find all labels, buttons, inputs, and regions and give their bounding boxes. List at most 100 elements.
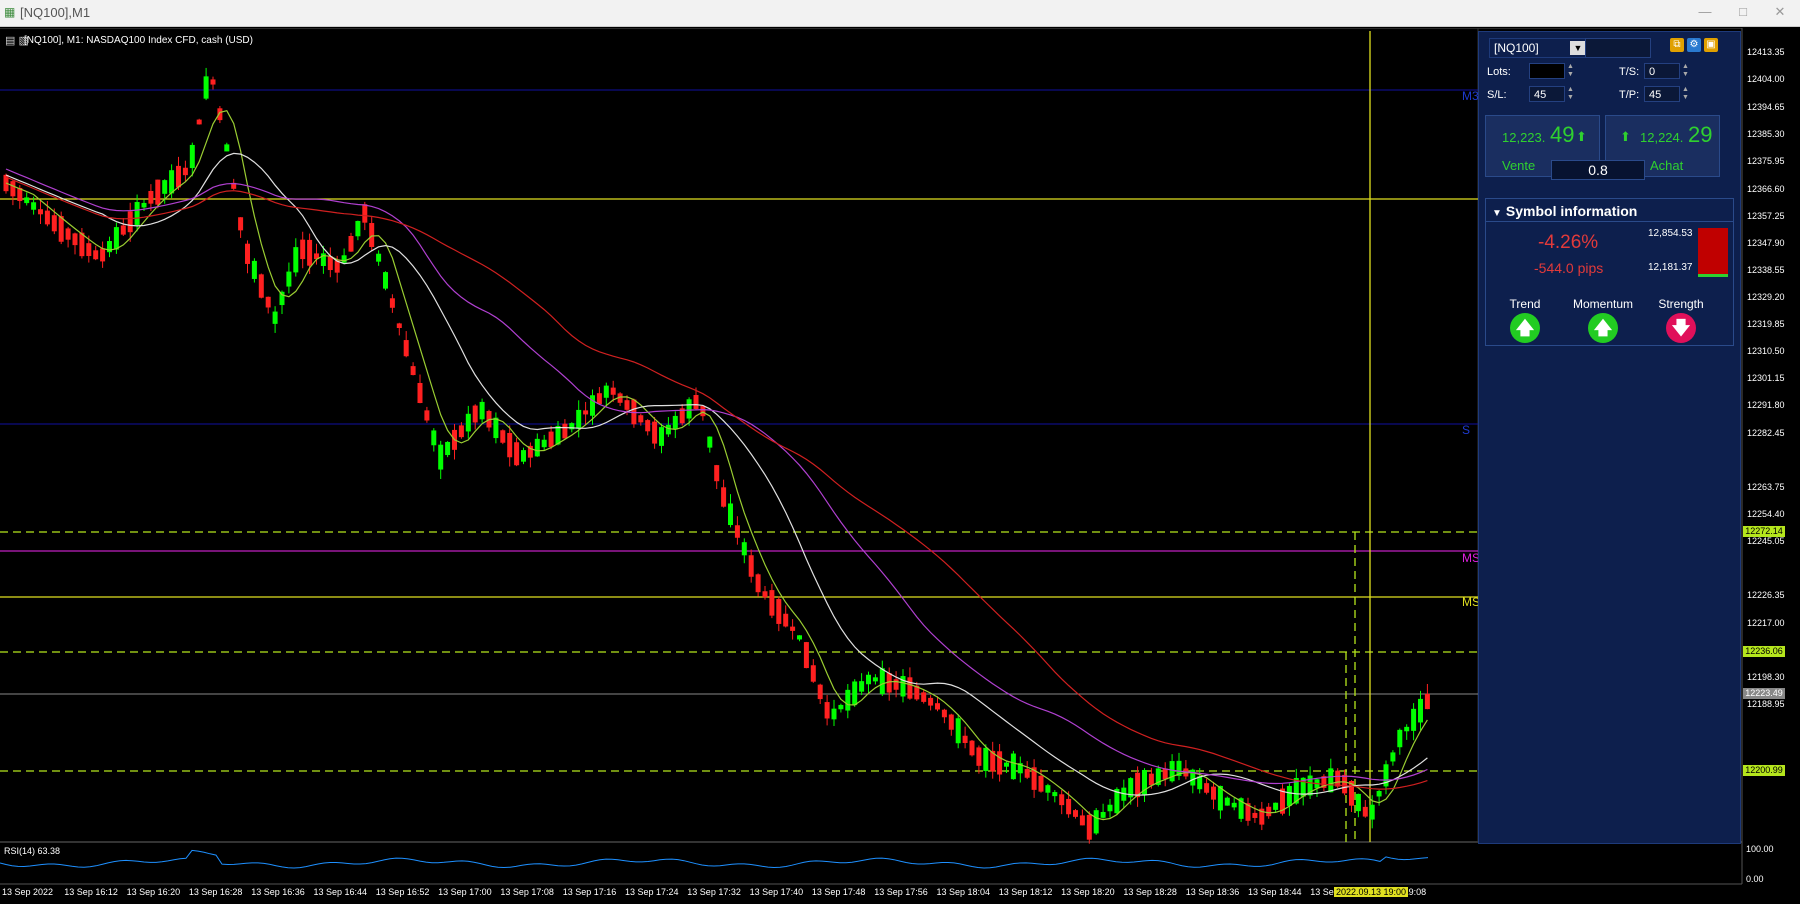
- candle-body: [79, 232, 85, 257]
- momentum-arrow-up-icon: 🡅: [1588, 313, 1618, 343]
- candle-body: [803, 642, 809, 669]
- candle-body: [189, 144, 195, 169]
- candle-body: [176, 165, 181, 188]
- time-axis-label: 13 Sep 16:52: [375, 887, 430, 897]
- candle-body: [169, 170, 175, 194]
- time-axis-label: 13 Sep 18:44: [1248, 887, 1302, 897]
- strength-arrow-down-icon: 🡇: [1666, 313, 1696, 343]
- candle-body: [369, 223, 375, 247]
- candle-body: [810, 665, 816, 682]
- lots-spinner[interactable]: ▲ ▼: [1567, 63, 1574, 79]
- candle-body: [86, 243, 92, 257]
- candle-body: [521, 450, 526, 462]
- range-high: 12,854.53: [1648, 228, 1693, 239]
- candlesticks: [3, 67, 1430, 844]
- chevron-down-icon[interactable]: ▼: [1570, 41, 1586, 55]
- price-axis-label: 12357.25: [1747, 211, 1785, 221]
- time-axis-label: 13 Sep 18:36: [1185, 887, 1240, 897]
- tp-spinner[interactable]: ▲ ▼: [1682, 86, 1689, 102]
- candle-body: [879, 668, 885, 694]
- tp-input[interactable]: 45: [1644, 86, 1680, 102]
- candle-body: [210, 79, 216, 85]
- minimize-button[interactable]: —: [1690, 4, 1720, 19]
- app-icon: ▦: [4, 5, 16, 19]
- candle-body: [307, 239, 313, 266]
- close-button[interactable]: ✕: [1765, 4, 1795, 20]
- gear-icon[interactable]: ⚙: [1687, 38, 1701, 52]
- time-axis-label: 13 Sep 18:12: [998, 887, 1053, 897]
- candle-body: [438, 444, 444, 470]
- lots-label: Lots:: [1487, 66, 1511, 78]
- price-axis-label: 12375.95: [1747, 156, 1785, 166]
- candle-body: [362, 204, 368, 223]
- candle-body: [203, 76, 209, 99]
- candle-body: [1004, 762, 1009, 767]
- sell-price-big: 49: [1550, 122, 1575, 147]
- time-axis-label: 13 Sep 18:28: [1123, 887, 1177, 897]
- candle-body: [1148, 773, 1154, 786]
- price-axis-label: 12385.30: [1747, 129, 1785, 139]
- arrow-up-icon: ⬆: [1620, 129, 1631, 144]
- candle-body: [1328, 768, 1334, 793]
- candle-body: [300, 239, 306, 260]
- time-axis-label: 13 Sep 17:48: [811, 887, 866, 897]
- candle-body: [1273, 802, 1279, 810]
- copy-icon[interactable]: ⧉: [1670, 38, 1684, 52]
- candle-body: [603, 385, 609, 398]
- ts-spinner[interactable]: ▲ ▼: [1682, 63, 1689, 79]
- symbol-info-header[interactable]: ▼ Symbol information: [1485, 198, 1734, 222]
- price-axis-label: 12301.15: [1747, 373, 1785, 383]
- candle-body: [548, 431, 554, 448]
- candle-body: [1052, 792, 1058, 797]
- chart-area[interactable]: M3 S MS MS ▤ ▧ [NQ100], M1: NASDAQ100 Index…: [0, 28, 1800, 904]
- candle-body: [983, 747, 989, 772]
- buy-label: Achat: [1650, 158, 1684, 173]
- price-axis-label: 12245.05: [1747, 536, 1785, 546]
- candle-body: [831, 708, 837, 720]
- candle-body: [652, 421, 658, 444]
- price-tag: 12200.99: [1743, 765, 1785, 776]
- candle-body: [1411, 708, 1417, 731]
- ts-input[interactable]: 0: [1644, 63, 1680, 79]
- candle-body: [1100, 811, 1106, 818]
- maximize-button[interactable]: □: [1728, 4, 1758, 19]
- window-icon[interactable]: ▣: [1704, 38, 1718, 52]
- price-axis-label: 12310.50: [1747, 346, 1785, 356]
- candle-body: [1224, 797, 1230, 806]
- rsi-indicator: [0, 849, 1429, 869]
- candle-body: [58, 216, 64, 242]
- momentum-label: Momentum: [1572, 297, 1634, 311]
- price-tag: 12272.14: [1743, 526, 1785, 537]
- price-axis-label: 12338.55: [1747, 265, 1785, 275]
- candle-body: [1079, 815, 1085, 826]
- price-axis-label: 12226.35: [1747, 590, 1785, 600]
- candle-body: [1376, 790, 1382, 797]
- symbol-search-input[interactable]: [1585, 38, 1651, 58]
- rsi-axis-100: 100.00: [1746, 844, 1774, 854]
- candle-body: [155, 179, 161, 205]
- candle-body: [100, 248, 106, 262]
- sell-price-small: 12,223.: [1502, 130, 1546, 145]
- sl-label: S/L:: [1487, 89, 1507, 101]
- candle-body: [93, 250, 99, 260]
- trend-arrow-up-icon: 🡅: [1510, 313, 1540, 343]
- symbol-select[interactable]: [NQ100] ▼: [1489, 38, 1589, 58]
- candle-body: [1169, 761, 1175, 782]
- lots-input[interactable]: [1529, 63, 1565, 79]
- candle-body: [1162, 768, 1168, 780]
- level-label: M3: [1462, 89, 1479, 103]
- candle-body: [341, 255, 347, 263]
- candle-body: [721, 487, 727, 507]
- price-axis-label: 12188.95: [1747, 699, 1785, 709]
- price-tag: 12236.06: [1743, 646, 1785, 657]
- candle-body: [196, 119, 202, 125]
- candle-body: [665, 424, 671, 435]
- symbol-info-body: -4.26% -544.0 pips 12,854.53 12,181.37 T…: [1485, 222, 1734, 346]
- candle-body: [445, 441, 451, 456]
- symbol-info-title: Symbol information: [1505, 203, 1638, 219]
- candle-body: [755, 574, 761, 593]
- sl-spinner[interactable]: ▲ ▼: [1567, 86, 1574, 102]
- caret-down-icon: ▼: [1492, 208, 1502, 219]
- time-axis-label: 13 Sep 17:56: [874, 887, 928, 897]
- sl-input[interactable]: 45: [1529, 86, 1565, 102]
